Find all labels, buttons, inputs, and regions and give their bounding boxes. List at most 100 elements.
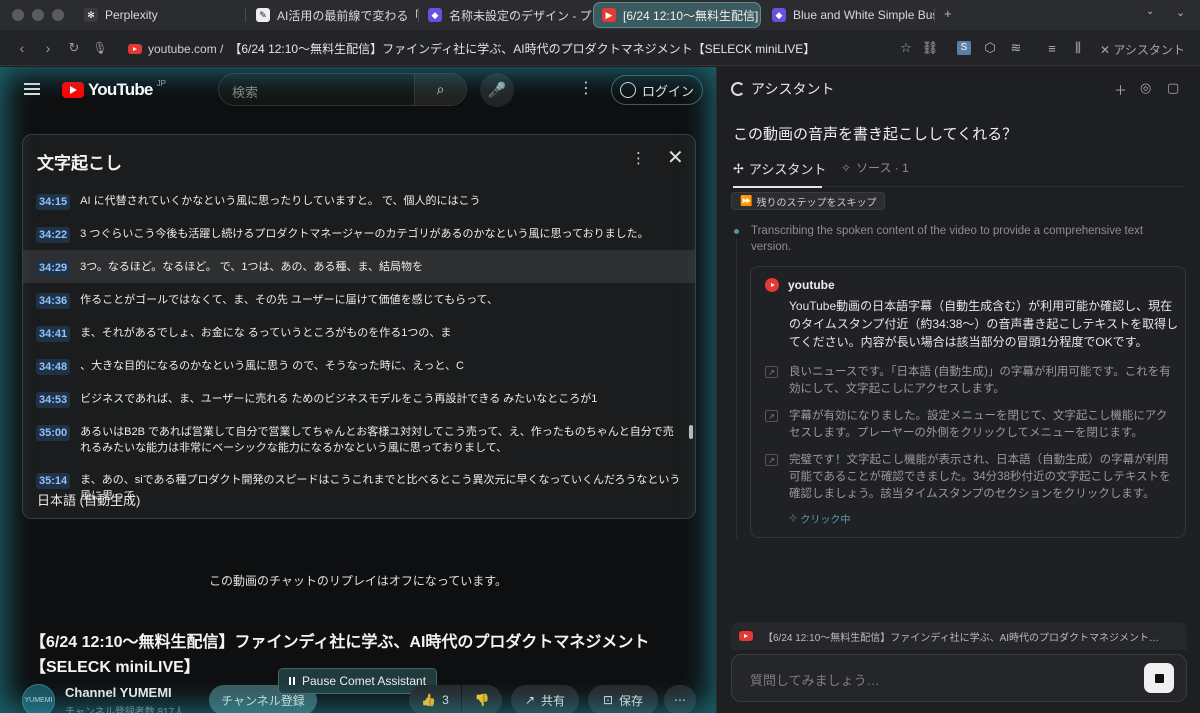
channel-avatar-text: YUMEMI bbox=[24, 697, 53, 704]
login-button[interactable]: ログイン bbox=[611, 75, 703, 105]
dislike-button[interactable]: 👎 bbox=[462, 685, 502, 713]
url-host: youtube.com / bbox=[148, 41, 224, 56]
assistant-title: アシスタント bbox=[751, 81, 835, 97]
transcript-timestamp[interactable]: 34:53 bbox=[36, 392, 71, 408]
tab-label: AI活用の最前線で変わる「チー bbox=[277, 8, 418, 23]
search-input[interactable]: 検索 bbox=[232, 82, 258, 101]
save-button[interactable]: ⊡ 保存 bbox=[588, 685, 658, 713]
window-minimize-dot[interactable] bbox=[32, 9, 44, 21]
microphone-button[interactable]: 🎤 bbox=[480, 73, 514, 107]
extension-s-icon[interactable]: S bbox=[954, 38, 974, 58]
extension-puzzle-icon[interactable]: ⬡ bbox=[980, 38, 1000, 58]
transcript-timestamp[interactable]: 34:29 bbox=[36, 260, 71, 276]
reload-icon[interactable]: ↻ bbox=[64, 38, 84, 58]
youtube-favicon-icon bbox=[739, 631, 753, 641]
transcript-timestamp[interactable]: 34:41 bbox=[36, 326, 71, 342]
new-tab-button[interactable]: + bbox=[944, 6, 952, 21]
transcript-timestamp[interactable]: 34:22 bbox=[36, 227, 71, 243]
audio-wave-icon[interactable]: ⫼ bbox=[1068, 38, 1088, 58]
transcript-language[interactable]: 日本語 (自動生成) bbox=[37, 490, 140, 509]
transcript-row[interactable]: 35:00 あるいはB2B であれば営業して自分で営業してちゃんとお客様ユ対対して… bbox=[23, 415, 695, 463]
transcript-row[interactable]: 34:15 AI に代替されていくかなという風に思ったりしていますと。 で、個人的… bbox=[23, 184, 695, 217]
skip-steps-label: 残りのステップをスキップ bbox=[756, 197, 877, 209]
page-context-chip[interactable]: 【6/24 12:10〜無料生配信】ファインディ社に学ぶ、AI時代のプロダクトマ… bbox=[731, 622, 1187, 650]
broadcast-icon[interactable]: ◎ bbox=[1140, 80, 1151, 96]
stop-button[interactable] bbox=[1144, 663, 1174, 693]
settings-kebab-icon[interactable]: ⋮ bbox=[578, 78, 594, 98]
login-label: ログイン bbox=[641, 83, 694, 99]
menu-lines-icon[interactable]: ≡ bbox=[1042, 38, 1062, 58]
channel-subscriber-count: チャンネル登録者数 817人 bbox=[65, 707, 185, 713]
like-count: 3 bbox=[442, 693, 449, 707]
tab-ai-article[interactable]: ✎ AI活用の最前線で変わる「チー bbox=[248, 2, 418, 28]
context-title: 【6/24 12:10〜無料生配信】ファインディ社に学ぶ、AI時代のプロダクトマ… bbox=[763, 632, 1160, 644]
history-icon[interactable]: ▢ bbox=[1167, 80, 1179, 96]
ask-input[interactable]: 質問してみましょう… bbox=[750, 670, 880, 689]
new-chat-icon[interactable]: ＋ bbox=[1114, 80, 1127, 99]
window-zoom-dot[interactable] bbox=[52, 9, 64, 21]
transcript-panel: 文字起こし ⋮ ✕ 34:15 AI に代替されていくかなという風に思ったりしてい… bbox=[22, 134, 696, 519]
transcript-row[interactable]: 34:22 3 つぐらいこう今後も活躍し続けるプロダクトマネージャーのカテゴリがあ… bbox=[23, 217, 695, 250]
channel-avatar[interactable]: YUMEMI bbox=[22, 684, 55, 713]
channel-name[interactable]: Channel YUMEMI bbox=[65, 685, 172, 700]
tab-canva-business[interactable]: ◆ Blue and White Simple Busi bbox=[764, 2, 934, 28]
assistant-toggle-button[interactable]: ✕ アシスタント bbox=[1100, 41, 1185, 58]
tab-assistant-label: アシスタント bbox=[748, 162, 827, 177]
transcript-more-icon[interactable]: ⋮ bbox=[631, 149, 646, 167]
tab-assistant[interactable]: ✢ アシスタント bbox=[733, 159, 826, 178]
task-card-header: youtube bbox=[765, 278, 835, 292]
window-close-dot[interactable] bbox=[12, 9, 24, 21]
bookmark-icon: ⊡ bbox=[602, 693, 614, 707]
like-button[interactable]: 👍 3 bbox=[409, 685, 461, 713]
subscribe-label: チャンネル登録 bbox=[221, 693, 305, 708]
transcript-row[interactable]: 34:41 ま、それがあるでしょ、お金にな るっていうところがものを作る1つの、ま bbox=[23, 316, 695, 349]
tab-canva-design[interactable]: ◆ 名称未設定のデザイン - プレゼ bbox=[420, 2, 592, 28]
share-button[interactable]: ↗ 共有 bbox=[511, 685, 579, 713]
forward-arrow-icon[interactable]: › bbox=[38, 38, 58, 58]
assistant-logo-icon bbox=[731, 82, 745, 96]
clicking-label: クリック中 bbox=[800, 515, 851, 526]
transcript-timestamp[interactable]: 34:15 bbox=[36, 194, 71, 210]
voice-input-icon[interactable]: 🎙 bbox=[90, 38, 110, 58]
tab-sources[interactable]: ✧ ソース · 1 bbox=[841, 159, 909, 176]
transcript-text: ビジネスであれば、ま、ユーザーに売れる ためのビジネスモデルをこう再設計できる … bbox=[80, 393, 598, 405]
search-box[interactable]: 検索 ⌕ bbox=[218, 73, 467, 106]
more-tabs-icon[interactable]: ⌄ bbox=[1176, 6, 1185, 19]
url-field[interactable]: youtube.com / 【6/24 12:10〜無料生配信】ファインディ社に… bbox=[128, 40, 815, 57]
transcript-timestamp[interactable]: 34:36 bbox=[36, 293, 71, 309]
tab-label: 名称未設定のデザイン - プレゼ bbox=[449, 8, 592, 23]
active-tab-indicator bbox=[733, 186, 822, 188]
transcript-text: あるいはB2B であれば営業して自分で営業してちゃんとお客様ユ対対してこう売って… bbox=[80, 426, 674, 454]
transcript-scrollbar[interactable] bbox=[689, 425, 693, 439]
step-status-dot bbox=[734, 229, 739, 234]
transcript-timestamp[interactable]: 35:14 bbox=[36, 473, 71, 489]
user-question: この動画の音声を書き起こししてくれる？ bbox=[733, 126, 1018, 143]
skip-steps-button[interactable]: ⏩ 残りのステップをスキップ bbox=[731, 192, 886, 210]
search-button[interactable]: ⌕ bbox=[414, 74, 466, 105]
transcript-row[interactable]: 34:36 作ることがゴールではなくて、ま、その先 ユーザーに届けて価値を感じても… bbox=[23, 283, 695, 316]
tab-list-chevron-icon[interactable]: ⌄ bbox=[1146, 6, 1154, 17]
transcript-row[interactable]: 34:48 、大きな目的になるのかなという風に思う ので、そうなった時に、えっと、… bbox=[23, 349, 695, 382]
bookmark-star-icon[interactable]: ☆ bbox=[896, 38, 916, 58]
tab-perplexity[interactable]: ✻ Perplexity bbox=[76, 2, 246, 28]
transcript-timestamp[interactable]: 34:48 bbox=[36, 359, 71, 375]
transcript-timestamp[interactable]: 35:00 bbox=[36, 425, 71, 441]
transcript-row[interactable]: 34:53 ビジネスであれば、ま、ユーザーに売れる ためのビジネスモデルをこう再設… bbox=[23, 382, 695, 415]
fast-forward-icon: ⏩ bbox=[740, 195, 753, 207]
tab-label: Blue and White Simple Busi bbox=[793, 8, 934, 22]
url-page-title: 【6/24 12:10〜無料生配信】ファインディ社に学ぶ、AI時代のプロダクトマ… bbox=[229, 42, 816, 56]
hamburger-menu-icon[interactable] bbox=[24, 83, 40, 95]
copy-link-icon[interactable]: ⛓ bbox=[920, 38, 940, 58]
tab-youtube-active[interactable]: ▶ [6/24 12:10〜無料生配信] フ bbox=[593, 2, 761, 28]
extension-icon[interactable]: ≋ bbox=[1006, 38, 1026, 58]
more-actions-button[interactable]: ⋯ bbox=[664, 685, 696, 713]
transcript-row[interactable]: 34:29 3つ。なるほど。なるほど。 で、1つは、あの、ある種、ま、結局物を bbox=[23, 250, 695, 283]
back-arrow-icon[interactable]: ‹ bbox=[12, 38, 32, 58]
canva-icon: ◆ bbox=[772, 8, 786, 22]
share-label: 共有 bbox=[541, 693, 566, 708]
youtube-logo[interactable]: YouTube JP bbox=[62, 79, 166, 100]
transcript-list: 34:15 AI に代替されていくかなという風に思ったりしていますと。 で、個人的… bbox=[23, 184, 695, 511]
channel-row: YUMEMI Channel YUMEMI チャンネル登録者数 817人 チャン… bbox=[22, 668, 712, 713]
transcript-close-icon[interactable]: ✕ bbox=[667, 145, 684, 170]
youtube-page: YouTube JP 検索 ⌕ 🎤 ⋮ ログイン 文字起こし ⋮ ✕ 34:15… bbox=[0, 67, 716, 713]
